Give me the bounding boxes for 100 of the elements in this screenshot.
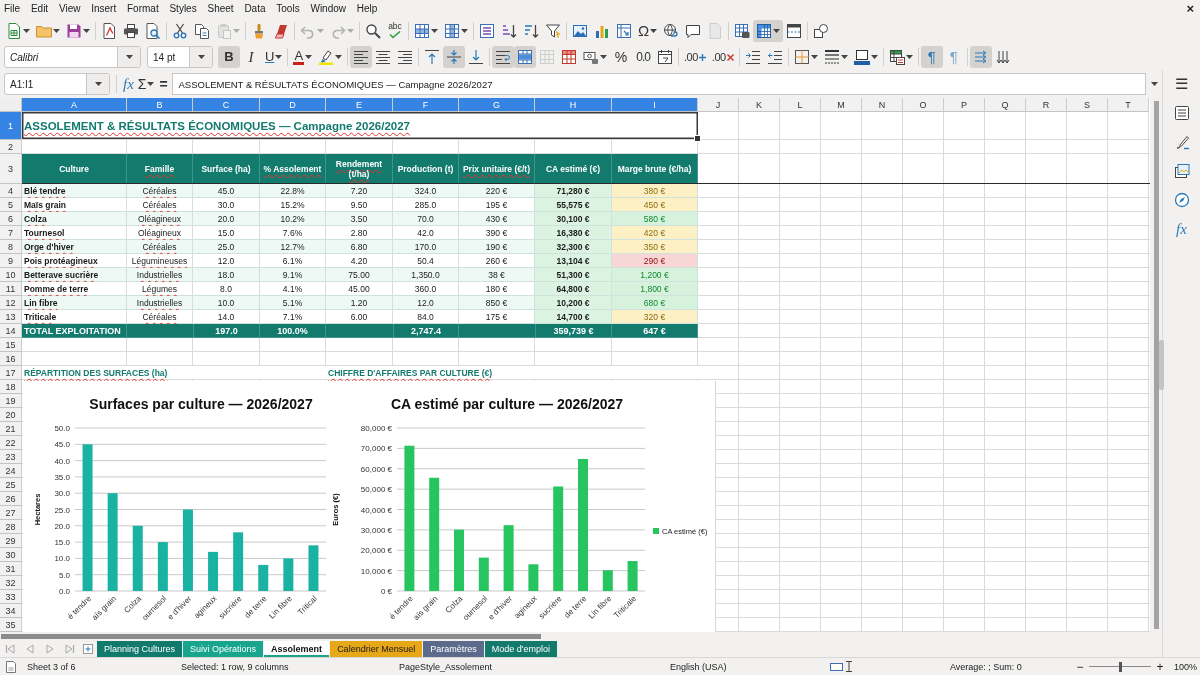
spelling-button[interactable]: abc (384, 19, 406, 42)
menu-item[interactable]: Data (239, 1, 271, 16)
column-header[interactable]: N (862, 98, 903, 112)
row-header[interactable]: 17 (0, 366, 22, 380)
row-header[interactable]: 33 (0, 590, 22, 604)
merge-center-button[interactable] (514, 46, 537, 68)
column-header[interactable]: M (821, 98, 862, 112)
column-header[interactable]: L (780, 98, 821, 112)
row-header[interactable]: 10 (0, 268, 22, 282)
zoom-out-button[interactable]: − (1074, 659, 1086, 674)
text-direction-button[interactable] (969, 46, 992, 68)
sheet-tab[interactable]: Mode d'emploi (484, 641, 557, 657)
row-header[interactable]: 6 (0, 212, 22, 226)
column-header[interactable]: O (903, 98, 944, 112)
row-header[interactable]: 18 (0, 380, 22, 394)
function-wizard-button[interactable]: fx (121, 73, 136, 95)
column-header[interactable]: D (260, 98, 326, 112)
menu-item[interactable]: Tools (270, 1, 306, 16)
row-header[interactable]: 21 (0, 422, 22, 436)
add-decimal-button[interactable]: .00 (681, 46, 709, 68)
row-header[interactable]: 1 (0, 112, 22, 140)
row-header[interactable]: 9 (0, 254, 22, 268)
row-header[interactable]: 2 (0, 140, 22, 154)
formula-button[interactable]: = (156, 73, 171, 95)
column-header[interactable]: I (612, 98, 698, 112)
add-sheet-button[interactable] (81, 641, 95, 657)
column-header[interactable]: J (698, 98, 739, 112)
bold-button[interactable]: B (218, 46, 240, 68)
font-name-combo[interactable]: Calibri (4, 46, 141, 68)
row-header[interactable]: 28 (0, 520, 22, 534)
close-document-button[interactable]: × (1183, 1, 1197, 16)
sheet-tab[interactable]: Planning Cultures (97, 641, 183, 657)
menu-item[interactable]: Window (305, 1, 352, 16)
row-header[interactable]: 34 (0, 604, 22, 618)
row-header[interactable]: 25 (0, 478, 22, 492)
row-header[interactable]: 5 (0, 198, 22, 212)
row-header[interactable]: 22 (0, 436, 22, 450)
sidebar-handle[interactable] (1159, 340, 1164, 390)
column-header[interactable]: K (739, 98, 780, 112)
column-header[interactable]: E (326, 98, 393, 112)
formula-input-field[interactable]: ASSOLEMENT & RÉSULTATS ÉCONOMIQUES — Campagne 2026/2027 (172, 73, 1146, 95)
row-header[interactable]: 11 (0, 282, 22, 296)
menu-item[interactable]: View (53, 1, 86, 16)
sheet-tab[interactable]: Assolement (264, 641, 330, 657)
row-header[interactable]: 29 (0, 534, 22, 548)
row-header[interactable]: 15 (0, 338, 22, 352)
column-header[interactable]: P (944, 98, 985, 112)
column-header[interactable]: T (1108, 98, 1149, 112)
row-header[interactable]: 19 (0, 394, 22, 408)
freeze-button[interactable] (753, 19, 784, 42)
number-format-button[interactable]: 0.0 (632, 46, 655, 68)
delete-decimal-button[interactable]: .00 (708, 46, 737, 68)
column-header[interactable]: F (393, 98, 459, 112)
underline-button[interactable]: U (262, 46, 286, 68)
row-header[interactable]: 4 (0, 184, 22, 198)
menu-item[interactable]: Insert (85, 1, 122, 16)
special-character-button[interactable]: Ω (635, 19, 661, 42)
menu-item[interactable]: Edit (25, 1, 54, 16)
zoom-in-button[interactable]: + (1154, 659, 1166, 674)
font-size-combo[interactable]: 14 pt (147, 46, 213, 68)
slider-thumb[interactable] (1118, 661, 1122, 672)
functions-button[interactable]: fx (1169, 218, 1194, 240)
row-header[interactable]: 31 (0, 562, 22, 576)
sheet-tab[interactable]: Paramètres (423, 641, 484, 657)
column-header[interactable]: B (127, 98, 193, 112)
align-left-button[interactable] (350, 46, 373, 68)
row-header[interactable]: 26 (0, 492, 22, 506)
column-header[interactable]: R (1026, 98, 1067, 112)
sheet-tab[interactable]: Calendrier Mensuel (330, 641, 423, 657)
row-header[interactable]: 7 (0, 226, 22, 240)
center-vertically-button[interactable] (443, 46, 466, 68)
font-color-button[interactable]: A (290, 46, 316, 68)
row-header[interactable]: 16 (0, 352, 22, 366)
italic-button[interactable]: I (240, 46, 262, 68)
row-header[interactable]: 32 (0, 576, 22, 590)
row-header[interactable]: 3 (0, 154, 22, 184)
column-header[interactable]: A (22, 98, 127, 112)
row-header[interactable]: 8 (0, 240, 22, 254)
row-header[interactable]: 14 (0, 324, 22, 338)
row-header[interactable]: 30 (0, 548, 22, 562)
menu-item[interactable]: Styles (164, 1, 203, 16)
column-header[interactable]: C (193, 98, 260, 112)
row-header[interactable]: 24 (0, 464, 22, 478)
column-header[interactable]: S (1067, 98, 1108, 112)
menu-item[interactable]: Format (121, 1, 165, 16)
menu-item[interactable]: File (0, 1, 26, 16)
sum-button[interactable]: Σ (135, 73, 157, 95)
column-header[interactable]: G (459, 98, 535, 112)
percent-format-button[interactable]: % (610, 46, 633, 68)
menu-item[interactable]: Help (351, 1, 383, 16)
column-header[interactable]: H (535, 98, 612, 112)
row-header[interactable]: 23 (0, 450, 22, 464)
sidebar-menu-button[interactable]: ☰ (1169, 73, 1194, 95)
fill-handle[interactable] (694, 135, 701, 142)
row-header[interactable]: 13 (0, 310, 22, 324)
row-header[interactable]: 35 (0, 618, 22, 632)
wrap-text-button[interactable] (492, 46, 515, 68)
row-header[interactable]: 20 (0, 408, 22, 422)
menu-item[interactable]: Sheet (202, 1, 239, 16)
row-header[interactable]: 27 (0, 506, 22, 520)
